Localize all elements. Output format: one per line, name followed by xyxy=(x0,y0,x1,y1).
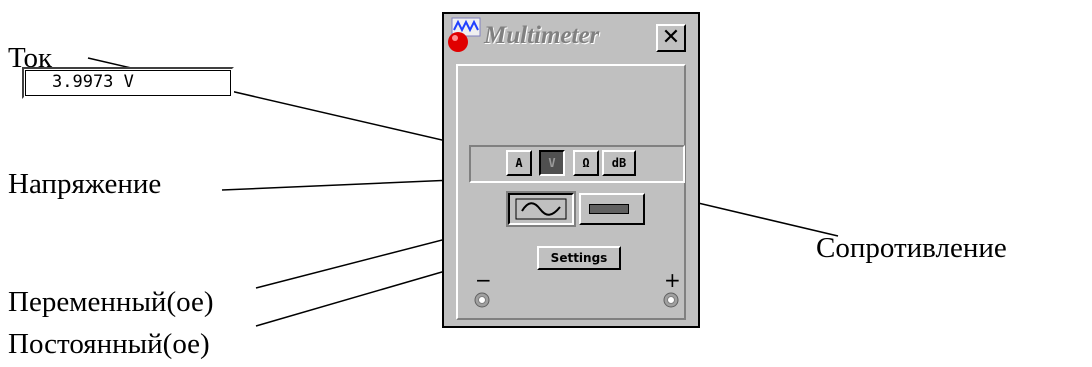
callout-voltage: Напряжение xyxy=(8,168,162,200)
dc-line-icon xyxy=(589,204,629,214)
mode-button-decibel[interactable]: dB xyxy=(602,150,636,176)
mode-button-voltmeter[interactable]: V xyxy=(539,150,565,176)
settings-button[interactable]: Settings xyxy=(537,246,621,270)
callout-resistance: Сопротивление xyxy=(816,232,1007,264)
callout-direct: Постоянный(ое) xyxy=(8,328,210,360)
ac-button[interactable] xyxy=(506,191,576,227)
dc-button[interactable] xyxy=(579,193,645,225)
multimeter-diagram: Ток Напряжение Сопротивление Переменный(… xyxy=(0,0,1092,367)
multimeter-title: Multimeter xyxy=(484,22,600,49)
mode-button-ohmmeter[interactable]: Ω xyxy=(573,150,599,176)
negative-sign: − xyxy=(475,268,492,292)
mode-button-ammeter[interactable]: A xyxy=(506,150,532,176)
multimeter-app-icon xyxy=(448,17,481,52)
positive-sign: + xyxy=(664,268,681,292)
negative-terminal[interactable] xyxy=(474,292,490,308)
sine-wave-icon xyxy=(515,198,567,220)
close-button[interactable]: ✕ xyxy=(656,24,686,52)
callout-alternating: Переменный(ое) xyxy=(8,286,214,318)
multimeter-titlebar[interactable]: Multimeter ✕ xyxy=(444,14,698,58)
readout-display: 3.9973 V xyxy=(22,67,234,99)
positive-terminal[interactable] xyxy=(663,292,679,308)
